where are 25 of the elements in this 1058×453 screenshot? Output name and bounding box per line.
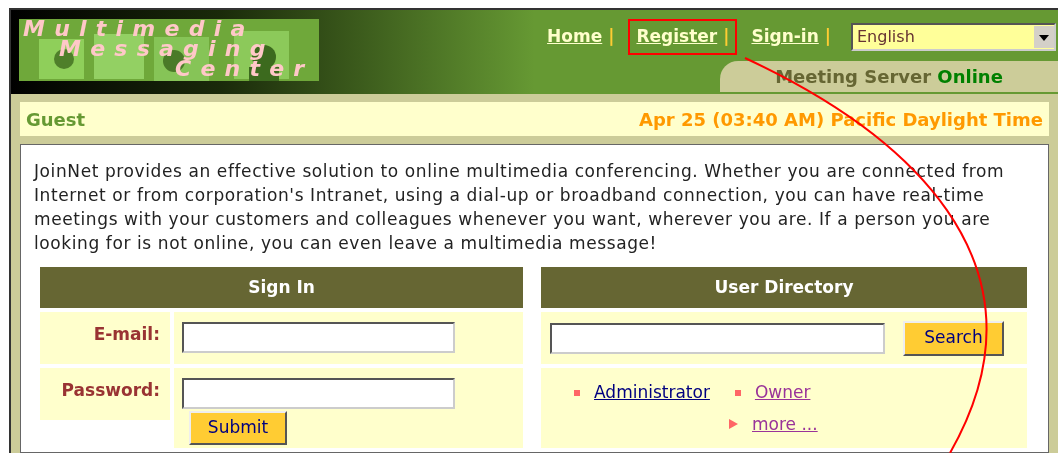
nav-link[interactable]: Register [636,24,718,50]
nav-separator: | [824,25,831,49]
more-link[interactable]: more ... [752,411,818,437]
logo-text: Multimedia [23,19,255,39]
nav-separator: | [608,25,615,49]
submit-button[interactable]: Submit [189,411,287,445]
panel-header: Sign In [40,267,523,308]
field-label: Password: [61,379,160,402]
bullet-icon [734,389,741,396]
triangle-bullet-icon [729,419,738,430]
user-link[interactable]: Administrator [594,380,710,406]
panel-header: User Directory [541,267,1027,308]
nav-separator: | [723,25,730,49]
search-button[interactable]: Search [903,320,1004,356]
language-select[interactable]: English [851,23,1056,51]
user-link[interactable]: Owner [754,380,811,406]
search-field[interactable] [550,322,885,354]
nav-link[interactable]: Home [547,24,603,50]
user-label: Guest [26,107,86,132]
input-field[interactable] [182,322,455,353]
field-label: E-mail: [93,323,160,346]
nav-link[interactable]: Sign-in [751,24,819,50]
bullet-icon [574,389,580,396]
logo-text: Center [175,59,315,79]
input-field[interactable] [182,378,455,409]
